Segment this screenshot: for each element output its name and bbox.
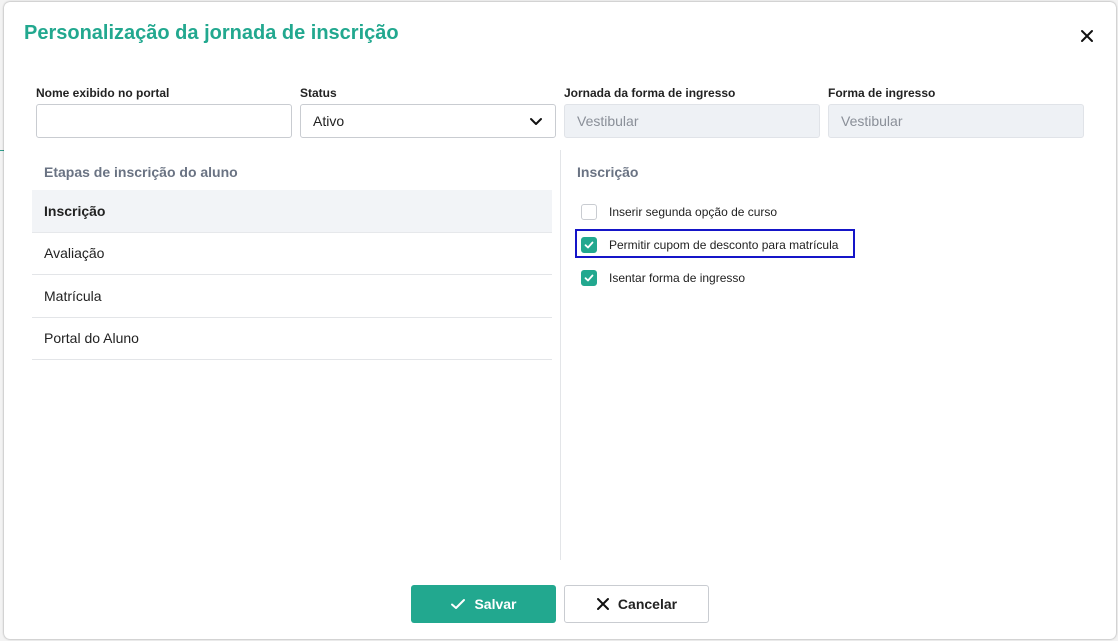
step-inscricao[interactable]: Inscrição [32, 190, 552, 233]
step-portal-do-aluno[interactable]: Portal do Aluno [32, 318, 552, 360]
isentar-forma-checkbox[interactable] [581, 269, 597, 286]
option-cupom-desconto: Permitir cupom de desconto para matrícul… [575, 228, 855, 261]
forma-label: Forma de ingresso [828, 86, 936, 100]
option-segunda-opcao: Inserir segunda opção de curso [577, 195, 838, 228]
option-isentar-forma: Isentar forma de ingresso [577, 261, 838, 294]
status-label: Status [300, 86, 337, 100]
steps-title: Etapas de inscrição do aluno [44, 164, 238, 180]
close-icon [596, 598, 609, 610]
chevron-down-icon [530, 118, 542, 125]
save-label: Salvar [474, 596, 517, 612]
cancel-button[interactable]: Cancelar [564, 585, 709, 623]
cancel-label: Cancelar [617, 596, 678, 612]
journey-customization-modal: Personalização da jornada de inscrição N… [4, 2, 1116, 639]
options-list: Inserir segunda opção de curso Permitir … [575, 195, 855, 294]
jornada-field: Vestibular [564, 104, 820, 138]
option-label: Inserir segunda opção de curso [609, 204, 778, 219]
check-icon [451, 599, 466, 609]
modal-title: Personalização da jornada de inscrição [24, 22, 399, 44]
nome-label: Nome exibido no portal [36, 86, 170, 100]
jornada-label: Jornada da forma de ingresso [564, 86, 736, 100]
save-button[interactable]: Salvar [411, 585, 556, 623]
close-icon[interactable] [1077, 26, 1097, 46]
options-title: Inscrição [577, 164, 639, 180]
vertical-divider [560, 150, 561, 560]
steps-list: Inscrição Avaliação Matrícula Portal do … [32, 190, 552, 360]
nome-exibido-input[interactable] [36, 104, 292, 138]
status-select[interactable]: Ativo [300, 104, 556, 138]
option-label: Isentar forma de ingresso [609, 270, 746, 285]
forma-field: Vestibular [828, 104, 1084, 138]
step-matricula[interactable]: Matrícula [32, 275, 552, 318]
status-value: Ativo [313, 113, 345, 129]
focus-highlight [575, 229, 855, 258]
step-avaliacao[interactable]: Avaliação [32, 233, 552, 275]
segunda-opcao-checkbox[interactable] [581, 203, 597, 220]
check-icon [584, 274, 594, 281]
